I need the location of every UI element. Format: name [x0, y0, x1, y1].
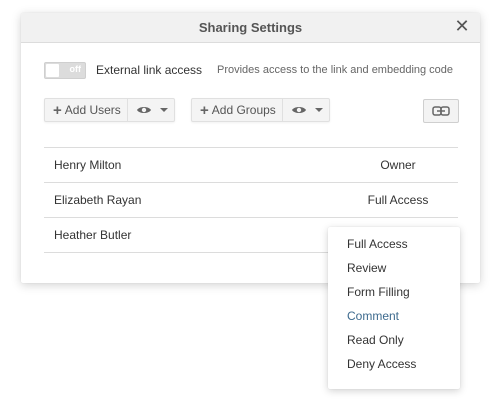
external-link-label: External link access: [96, 63, 203, 77]
external-link-toggle[interactable]: off: [44, 62, 86, 79]
add-groups-button[interactable]: + Add Groups: [192, 99, 282, 121]
menu-item-comment[interactable]: Comment: [328, 304, 460, 328]
add-users-button-group: + Add Users: [44, 98, 175, 122]
chevron-down-icon: [314, 108, 323, 112]
plus-icon: +: [200, 101, 209, 119]
eye-icon: [291, 107, 306, 113]
user-name: Henry Milton: [54, 158, 122, 172]
add-groups-button-group: + Add Groups: [191, 98, 330, 122]
external-link-description: Provides access to the link and embeddin…: [217, 64, 454, 76]
toggle-knob: [46, 64, 59, 77]
menu-item-deny-access[interactable]: Deny Access: [328, 352, 460, 376]
eye-icon: [136, 107, 151, 113]
groups-access-dropdown[interactable]: [281, 99, 329, 121]
menu-item-full-access[interactable]: Full Access: [328, 232, 460, 256]
copy-link-button[interactable]: [423, 99, 459, 123]
menu-item-read-only[interactable]: Read Only: [328, 328, 460, 352]
close-icon[interactable]: ✕: [453, 17, 471, 35]
add-groups-label: Add Groups: [211, 103, 276, 117]
user-row: Elizabeth Rayan Full Access: [44, 182, 458, 217]
chevron-down-icon: [159, 108, 168, 112]
menu-item-review[interactable]: Review: [328, 256, 460, 280]
access-rights-menu: Full Access Review Form Filling Comment …: [328, 227, 460, 389]
link-icon: [432, 106, 450, 116]
users-access-dropdown[interactable]: [126, 99, 174, 121]
dialog-titlebar: Sharing Settings ✕: [21, 13, 480, 43]
add-users-label: Add Users: [64, 103, 121, 117]
user-name: Heather Butler: [54, 228, 132, 242]
user-access-select[interactable]: Full Access: [338, 193, 458, 207]
dialog-title: Sharing Settings: [198, 20, 303, 35]
toggle-state-text: off: [69, 64, 82, 74]
menu-item-form-filling[interactable]: Form Filling: [328, 280, 460, 304]
user-access: Owner: [380, 158, 416, 172]
add-users-button[interactable]: + Add Users: [45, 99, 127, 121]
user-row: Henry Milton Owner: [44, 147, 458, 182]
user-name: Elizabeth Rayan: [54, 193, 142, 207]
plus-icon: +: [53, 101, 62, 119]
